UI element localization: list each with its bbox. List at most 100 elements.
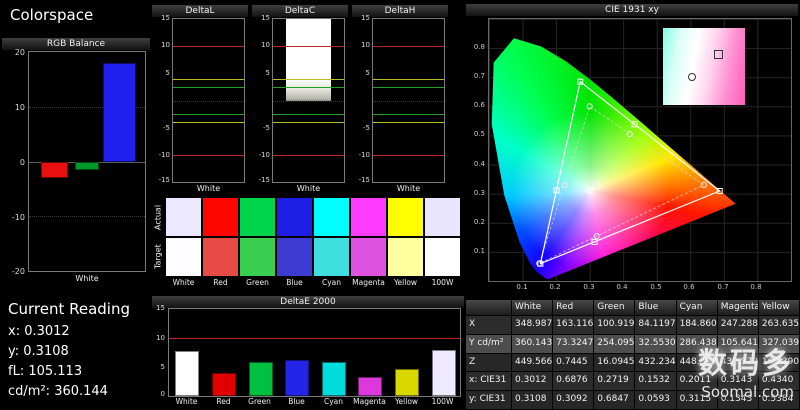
- rgb-ytick: 0: [19, 158, 25, 167]
- deltae-bar-100w: [432, 350, 456, 396]
- table-cell: 163.1160: [553, 316, 595, 335]
- gridline: [373, 100, 444, 102]
- table-cell: 105.6410: [717, 334, 759, 354]
- deltal-plot: [172, 18, 245, 183]
- ytick: 0.2: [473, 218, 485, 226]
- table-row-label-Z[interactable]: Z: [466, 353, 512, 373]
- deltae-bar-blue: [285, 360, 309, 396]
- table-cell: 73.3247: [553, 334, 595, 354]
- ytick: 0: [160, 390, 165, 398]
- table-cell: 0.6876: [553, 372, 595, 392]
- reading-y: y: 0.3108: [8, 344, 158, 364]
- ytick: -10: [158, 151, 170, 159]
- table-cell: 348.9879: [512, 316, 554, 335]
- swatch-target-yellow: [388, 238, 423, 276]
- limit-line-green: [373, 114, 444, 116]
- table-cell: 263.6359: [758, 316, 800, 335]
- ytick: 15: [261, 14, 270, 22]
- swatch-col-label: Magenta: [352, 278, 385, 287]
- ytick: 5: [365, 69, 370, 77]
- table-header-white: White: [512, 300, 554, 316]
- deltae-x-label: Red: [216, 397, 231, 406]
- table-cell: 0.2719: [594, 372, 636, 392]
- swatch-actual-magenta: [351, 198, 386, 236]
- xtick: 0.5: [650, 283, 662, 291]
- deltac-plot: [272, 18, 345, 183]
- ytick: 10: [161, 41, 170, 49]
- table-cell: 0.3108: [512, 391, 554, 410]
- xtick: 0.8: [750, 283, 762, 291]
- table-header-blue: Blue: [635, 300, 677, 316]
- reading-label: x:: [8, 324, 21, 339]
- swatch-col-label: Blue: [286, 278, 303, 287]
- table-row-label-yCIE31[interactable]: y: CIE31: [466, 391, 512, 410]
- table-row-label-X[interactable]: X: [466, 316, 512, 335]
- reading-label: cd/m²:: [8, 384, 51, 399]
- ytick: 0.3: [473, 189, 485, 197]
- ytick: -10: [358, 151, 370, 159]
- swatch-col-label: Red: [213, 278, 228, 287]
- swatch-col-label: Yellow: [393, 278, 418, 287]
- deltae-x-label: Magenta: [353, 397, 386, 406]
- rgb-ytick: 20: [14, 48, 25, 57]
- limit-line-green: [173, 86, 244, 88]
- current-reading-title: Current Reading: [8, 300, 130, 318]
- ytick: -5: [363, 124, 370, 132]
- deltae-plot: [168, 308, 461, 397]
- swatch-target-cyan: [314, 238, 349, 276]
- reading-value: 360.144: [54, 384, 108, 399]
- ytick: 0.5: [473, 130, 485, 138]
- table-cell: 0.1343: [717, 391, 759, 410]
- ytick: -10: [258, 151, 270, 159]
- ytick: 0.4: [473, 160, 485, 168]
- deltae-title: DeltaE 2000: [152, 296, 464, 308]
- table-cell: 448.3291: [676, 353, 718, 373]
- table-row-label-Y[interactable]: Y cd/m²: [466, 334, 512, 354]
- swatch-actual-100w: [425, 198, 460, 236]
- reading-cdm2: cd/m²: 360.144: [8, 384, 158, 404]
- table-row-label-xCIE31[interactable]: x: CIE31: [466, 372, 512, 392]
- deltae-x-label: Yellow: [394, 397, 419, 406]
- table-cell: 0.3115: [676, 391, 718, 410]
- reference-gamut-triangle: [538, 105, 705, 265]
- deltae-x-label: Green: [248, 397, 271, 406]
- table-cell: 0.3012: [512, 372, 554, 392]
- limit-line-green: [273, 114, 344, 116]
- rgb-x-label: White: [75, 274, 99, 283]
- swatch-row-label-target: Target: [153, 244, 163, 270]
- table-header-yellow: Yellow: [758, 300, 800, 316]
- deltac-bar: [285, 19, 332, 101]
- table-header-green: Green: [594, 300, 636, 316]
- table-cell: 247.2888: [717, 316, 759, 335]
- rgb-ytick: -20: [11, 267, 25, 276]
- limit-line-red: [273, 154, 344, 156]
- delta-charts-row: DeltaL 15 10 5 -5 -10 -15 White DeltaC 1…: [152, 5, 448, 195]
- swatch-target-white: [166, 238, 201, 276]
- limit-line-yellow: [173, 122, 244, 124]
- table-header-cyan: Cyan: [676, 300, 718, 316]
- measurement-table: White Red Green Blue Cyan Magenta Yellow…: [466, 300, 800, 410]
- cie-title: CIE 1931 xy: [466, 4, 798, 16]
- table-header-magenta: Magenta: [717, 300, 759, 316]
- deltac-x-label: White: [296, 184, 321, 193]
- rgb-balance-plot: [28, 51, 146, 272]
- table-cell: 0.4340: [758, 372, 800, 392]
- swatch-col-label: Green: [246, 278, 269, 287]
- table-cell: 432.2346: [635, 353, 677, 373]
- table-cell: 84.1197: [635, 316, 677, 335]
- deltae-bar-magenta: [358, 377, 382, 396]
- ytick: 15: [361, 14, 370, 22]
- rgb-bar-red: [40, 161, 69, 178]
- limit-line-red: [373, 154, 444, 156]
- table-cell: 0.7445: [553, 353, 595, 373]
- table-cell: 0.6847: [594, 391, 636, 410]
- swatch-target-magenta: [351, 238, 386, 276]
- swatch-target-blue: [277, 238, 312, 276]
- xtick: 0.7: [717, 283, 729, 291]
- deltae-bar-green: [249, 362, 273, 396]
- table-cell: 0.3092: [553, 391, 595, 410]
- target-point-white: [590, 182, 598, 189]
- table-cell: 254.0955: [594, 334, 636, 354]
- reading-value: 105.113: [28, 364, 83, 379]
- ytick: 5: [160, 363, 165, 371]
